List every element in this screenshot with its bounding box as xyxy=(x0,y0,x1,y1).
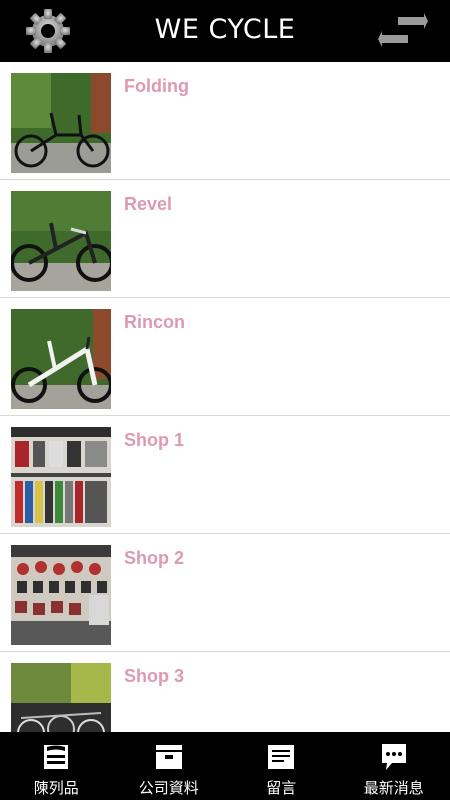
news-chat-icon xyxy=(381,744,406,770)
tab-label: 留言 xyxy=(266,779,297,797)
product-list: Folding Revel Rincon Shop 1 Shop 2 Shop … xyxy=(0,62,450,732)
tab-news[interactable]: 最新消息 xyxy=(338,732,450,800)
list-item[interactable]: Folding xyxy=(0,62,450,180)
tab-company-info[interactable]: 公司資料 xyxy=(113,732,226,800)
tab-message-board[interactable]: 留言 xyxy=(225,732,338,800)
list-item[interactable]: Revel xyxy=(0,180,450,298)
list-item[interactable]: Shop 2 xyxy=(0,534,450,652)
tab-showcase[interactable]: 陳列品 xyxy=(0,732,113,800)
folding-bike-photo xyxy=(11,73,111,173)
shop-photo xyxy=(11,663,111,732)
app-header: WE CYCLE xyxy=(0,0,450,62)
list-item[interactable]: Rincon xyxy=(0,298,450,416)
rincon-bike-photo xyxy=(11,309,111,409)
showcase-icon xyxy=(44,745,69,769)
item-label: Shop 1 xyxy=(124,430,185,450)
bottom-tab-bar: 陳列品 公司資料 留言 最新消息 xyxy=(0,732,450,800)
item-label: Rincon xyxy=(124,312,185,332)
item-label: Folding xyxy=(124,76,189,96)
shop-photo xyxy=(11,427,111,527)
company-info-icon xyxy=(155,745,182,769)
tab-label: 公司資料 xyxy=(138,779,199,797)
tab-label: 陳列品 xyxy=(33,779,79,797)
item-label: Revel xyxy=(124,194,173,214)
tab-label: 最新消息 xyxy=(363,779,424,797)
list-item[interactable]: Shop 1 xyxy=(0,416,450,534)
list-item[interactable]: Shop 3 xyxy=(0,652,450,732)
item-label: Shop 2 xyxy=(124,548,185,568)
shop-photo xyxy=(11,545,111,645)
message-board-icon xyxy=(268,745,295,769)
item-label: Shop 3 xyxy=(124,666,185,686)
revel-bike-photo xyxy=(11,191,111,291)
swap-arrows-icon[interactable] xyxy=(378,13,428,51)
